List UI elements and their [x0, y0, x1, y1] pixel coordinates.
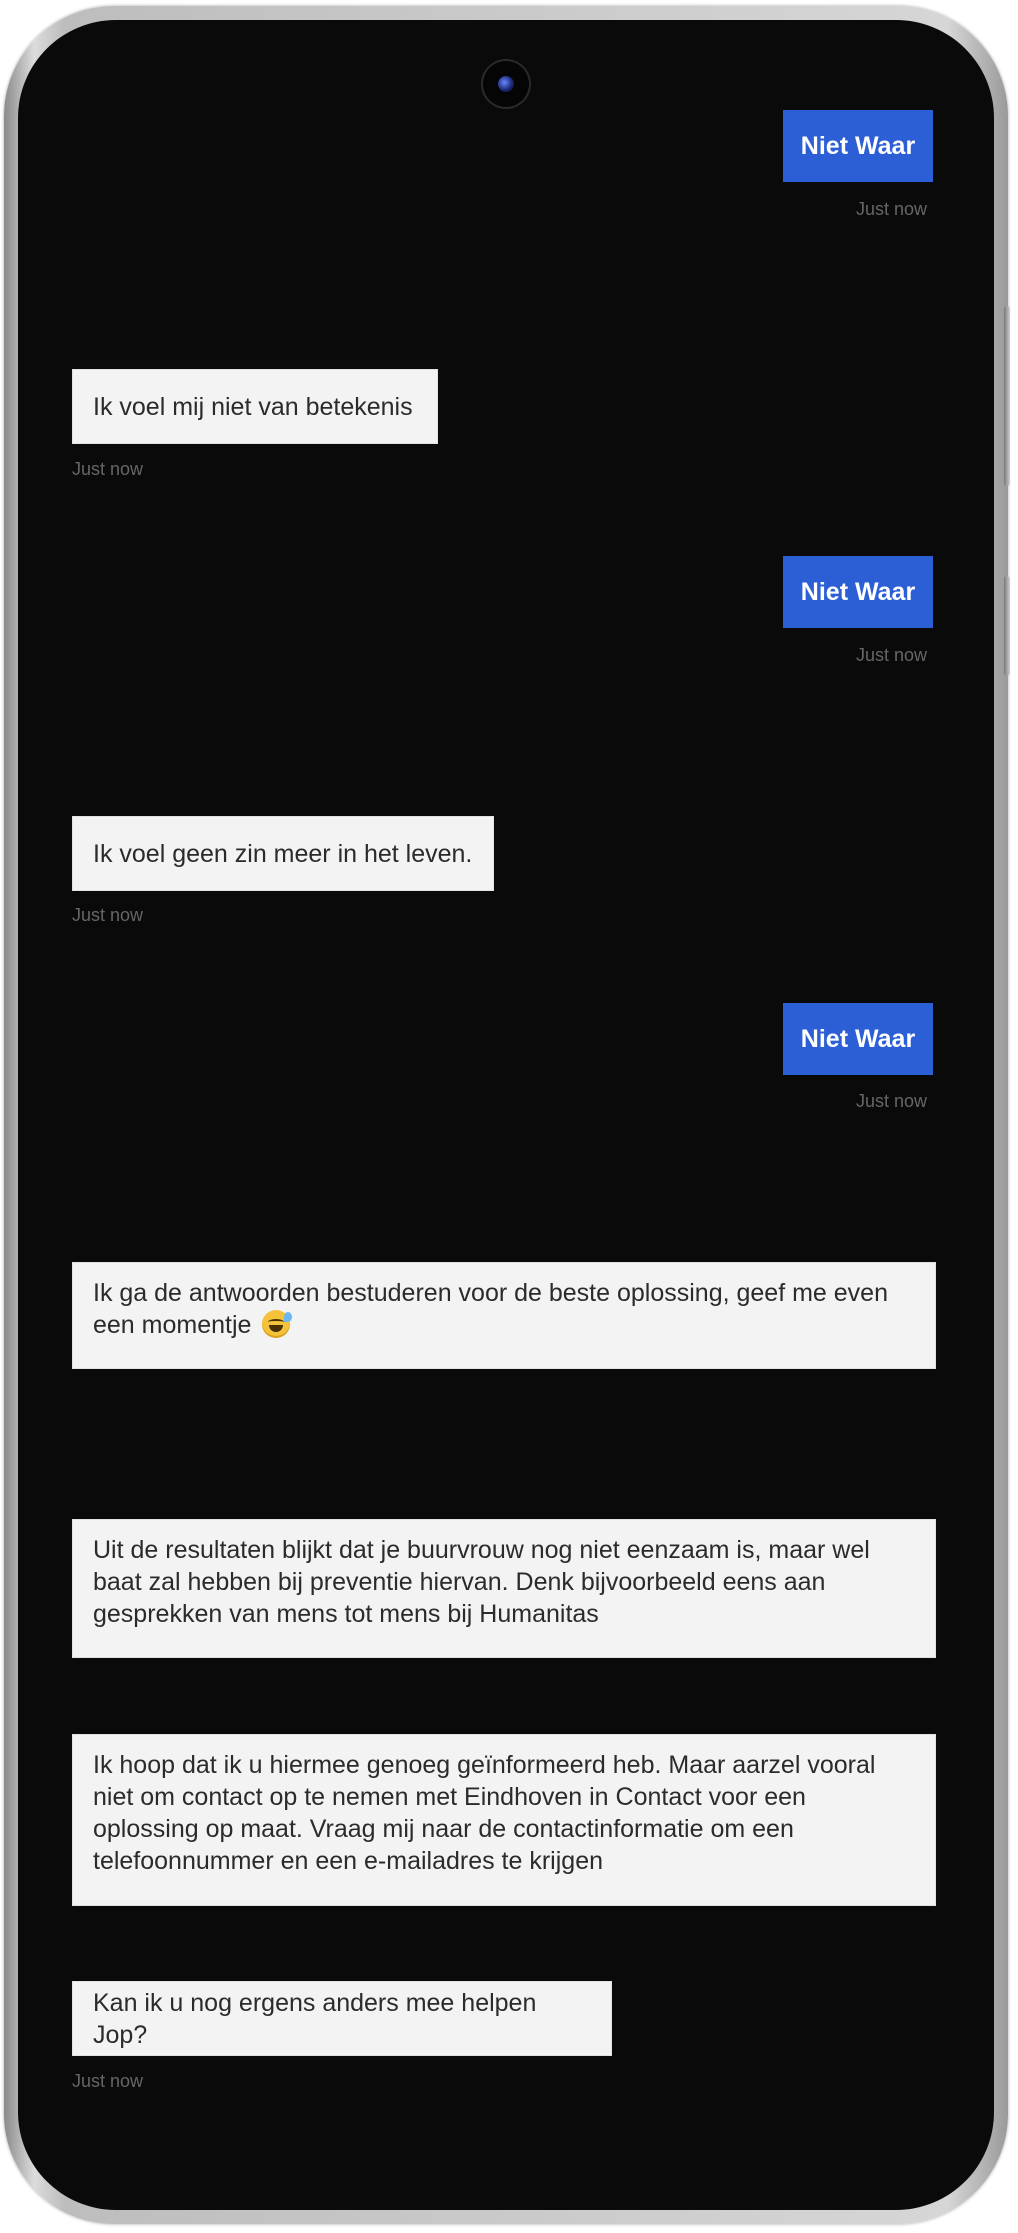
- grinning-face-with-sweat-icon: [262, 1310, 293, 1338]
- bot-message-bubble: Ik voel mij niet van betekenis: [72, 369, 438, 444]
- user-message-text: Niet Waar: [800, 132, 916, 160]
- user-message-bubble[interactable]: Niet Waar: [783, 1003, 933, 1075]
- camera-lens: [498, 76, 514, 92]
- bot-message-bubble: Ik hoop dat ik u hiermee genoeg geïnform…: [72, 1734, 936, 1906]
- bot-message-bubble: Ik voel geen zin meer in het leven.: [72, 816, 494, 891]
- user-message-bubble[interactable]: Niet Waar: [783, 110, 933, 182]
- phone-side-button-upper: [1004, 306, 1010, 486]
- user-message-bubble[interactable]: Niet Waar: [783, 556, 933, 628]
- message-timestamp: Just now: [72, 2071, 144, 2091]
- bot-message-text: Ik hoop dat ik u hiermee genoeg geïnform…: [93, 1751, 876, 1875]
- bot-message-text: Ik ga de antwoorden bestuderen voor de b…: [93, 1279, 888, 1339]
- bot-message-bubble: Ik ga de antwoorden bestuderen voor de b…: [72, 1262, 936, 1369]
- bot-message-text: Ik voel mij niet van betekenis: [93, 392, 413, 421]
- message-timestamp: Just now: [72, 459, 144, 479]
- bot-message-text: Ik voel geen zin meer in het leven.: [93, 839, 473, 868]
- front-camera-icon: [483, 61, 529, 107]
- message-timestamp: Just now: [72, 905, 144, 925]
- bot-message-text: Uit de resultaten blijkt dat je buurvrou…: [93, 1536, 870, 1628]
- message-timestamp: Just now: [856, 645, 928, 665]
- phone-side-button-lower: [1004, 576, 1010, 676]
- bot-message-text: Kan ik u nog ergens anders mee helpen Jo…: [93, 1988, 537, 2049]
- message-timestamp: Just now: [856, 1091, 928, 1111]
- message-timestamp: Just now: [856, 199, 928, 219]
- user-message-text: Niet Waar: [800, 1025, 916, 1053]
- bot-message-bubble: Uit de resultaten blijkt dat je buurvrou…: [72, 1519, 936, 1658]
- user-message-text: Niet Waar: [800, 578, 916, 606]
- bot-message-bubble: Kan ik u nog ergens anders mee helpen Jo…: [72, 1981, 612, 2056]
